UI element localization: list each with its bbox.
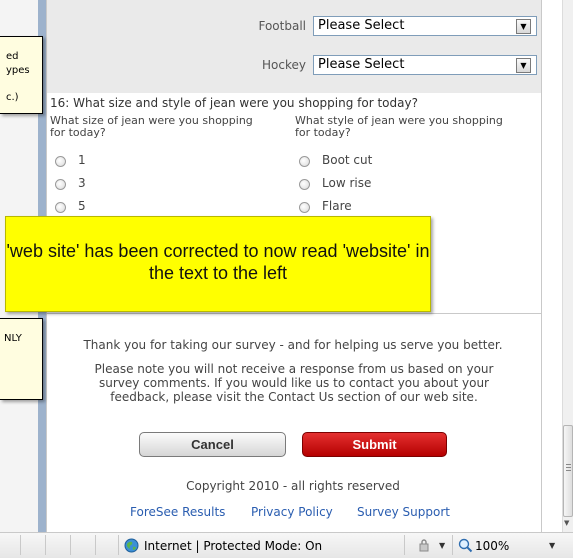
copyright-text: Copyright 2010 - all rights reserved [186,479,400,493]
privacy-policy-link[interactable]: Privacy Policy [251,505,333,519]
size-option-5: 5 [78,199,86,213]
side-note-bottom: NLY [0,318,43,400]
chevron-down-icon[interactable]: ▼ [516,58,531,73]
response-note: Please note you will not receive a respo… [94,362,494,404]
chevron-down-icon[interactable]: ▼ [549,541,555,550]
style-option-low-rise: Low rise [322,176,372,190]
scroll-down-arrow-icon[interactable]: ▼ [564,519,569,527]
status-divider [404,535,405,555]
size-option-1: 1 [78,153,86,167]
side-note-line: ed [6,51,19,62]
sports-section [47,0,541,93]
status-divider [95,535,96,555]
side-note-line: c.) [6,92,19,103]
side-note-line: NLY [4,333,22,344]
status-divider [45,535,46,555]
style-radio-flare[interactable] [299,202,310,213]
submit-button[interactable]: Submit [302,432,447,457]
status-divider [20,535,21,555]
chevron-down-icon[interactable]: ▼ [516,19,531,34]
globe-icon [124,538,139,553]
protected-mode-icon[interactable] [418,538,434,553]
thanks-text: Thank you for taking our survey - and fo… [83,338,503,352]
football-label: Football [258,19,306,33]
style-option-flare: Flare [322,199,352,213]
style-heading: What style of jean were you shopping for… [295,114,503,139]
hockey-label: Hockey [262,58,306,72]
zoom-icon[interactable] [458,538,473,553]
question-divider [47,313,541,314]
size-radio-1[interactable] [55,156,66,167]
size-heading: What size of jean were you shopping for … [50,114,253,139]
foresee-results-link[interactable]: ForeSee Results [130,505,225,519]
size-radio-3[interactable] [55,179,66,190]
style-radio-boot-cut[interactable] [299,156,310,167]
status-divider [70,535,71,555]
chevron-down-icon[interactable]: ▼ [439,541,445,550]
status-divider [118,535,119,555]
football-select[interactable]: Please Select [313,16,537,36]
style-radio-low-rise[interactable] [299,179,310,190]
hockey-select-value: Please Select [318,57,405,72]
question-title: 16: What size and style of jean were you… [50,96,418,110]
zone-text: Internet | Protected Mode: On [144,539,323,553]
status-divider [452,535,453,555]
correction-callout: 'web site' has been corrected to now rea… [5,216,431,312]
side-note-top: ed ypes c.) [0,36,43,114]
hockey-select[interactable]: Please Select [313,55,537,75]
scrollbar-thumb[interactable] [563,425,573,517]
style-option-boot-cut: Boot cut [322,153,373,167]
size-option-3: 3 [78,176,86,190]
cancel-button[interactable]: Cancel [139,432,286,457]
size-radio-5[interactable] [55,202,66,213]
zoom-level[interactable]: 100% [475,539,509,553]
side-note-line: ypes [6,65,30,76]
football-select-value: Please Select [318,18,405,33]
survey-support-link[interactable]: Survey Support [357,505,450,519]
